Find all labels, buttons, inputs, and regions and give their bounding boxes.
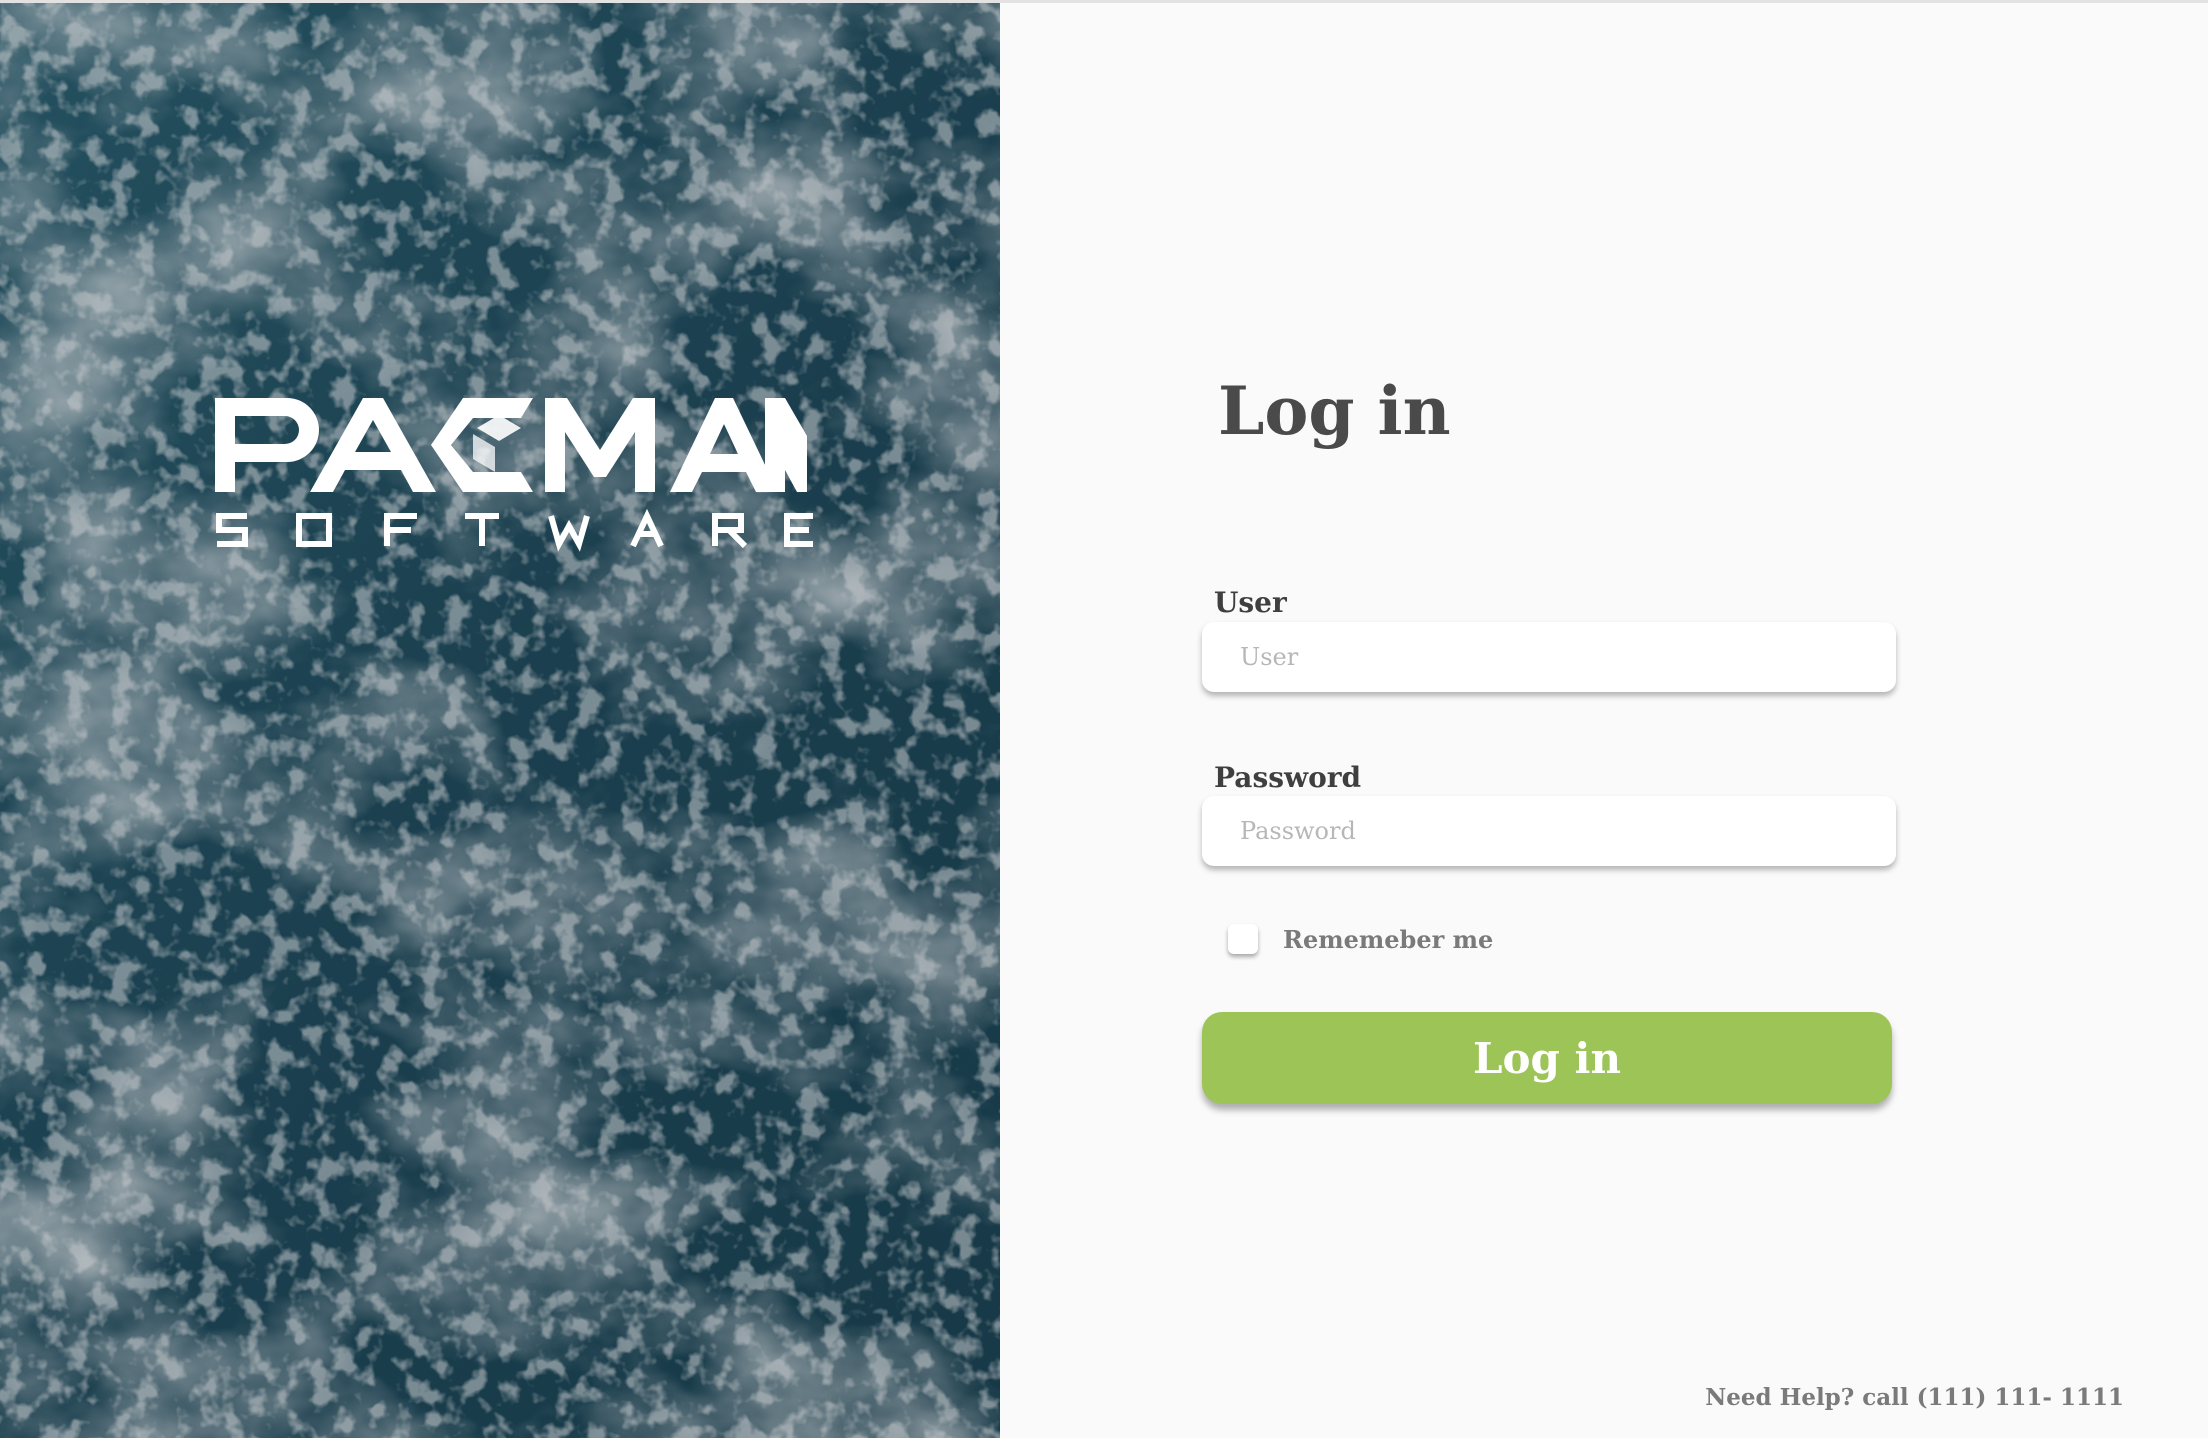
login-panel <box>1000 3 2208 1438</box>
ocean-texture-image <box>0 3 1000 1438</box>
password-label: Password <box>1214 761 1362 794</box>
remember-me-label: Rememeber me <box>1283 924 1494 954</box>
hero-panel <box>0 3 1000 1438</box>
remember-me-toggle[interactable]: Rememeber me <box>1228 924 1493 954</box>
login-button[interactable]: Log in <box>1202 1012 1892 1104</box>
user-label: User <box>1214 586 1287 619</box>
pacman-software-logo <box>215 398 813 552</box>
login-page: Log in User Password Rememeber me Log in… <box>0 0 2208 1438</box>
user-input[interactable] <box>1202 622 1896 692</box>
remember-me-checkbox[interactable] <box>1228 924 1258 954</box>
help-contact-text: Need Help? call (111) 111- 1111 <box>1705 1384 2124 1411</box>
password-input[interactable] <box>1202 796 1896 866</box>
page-title: Log in <box>1218 372 1451 450</box>
